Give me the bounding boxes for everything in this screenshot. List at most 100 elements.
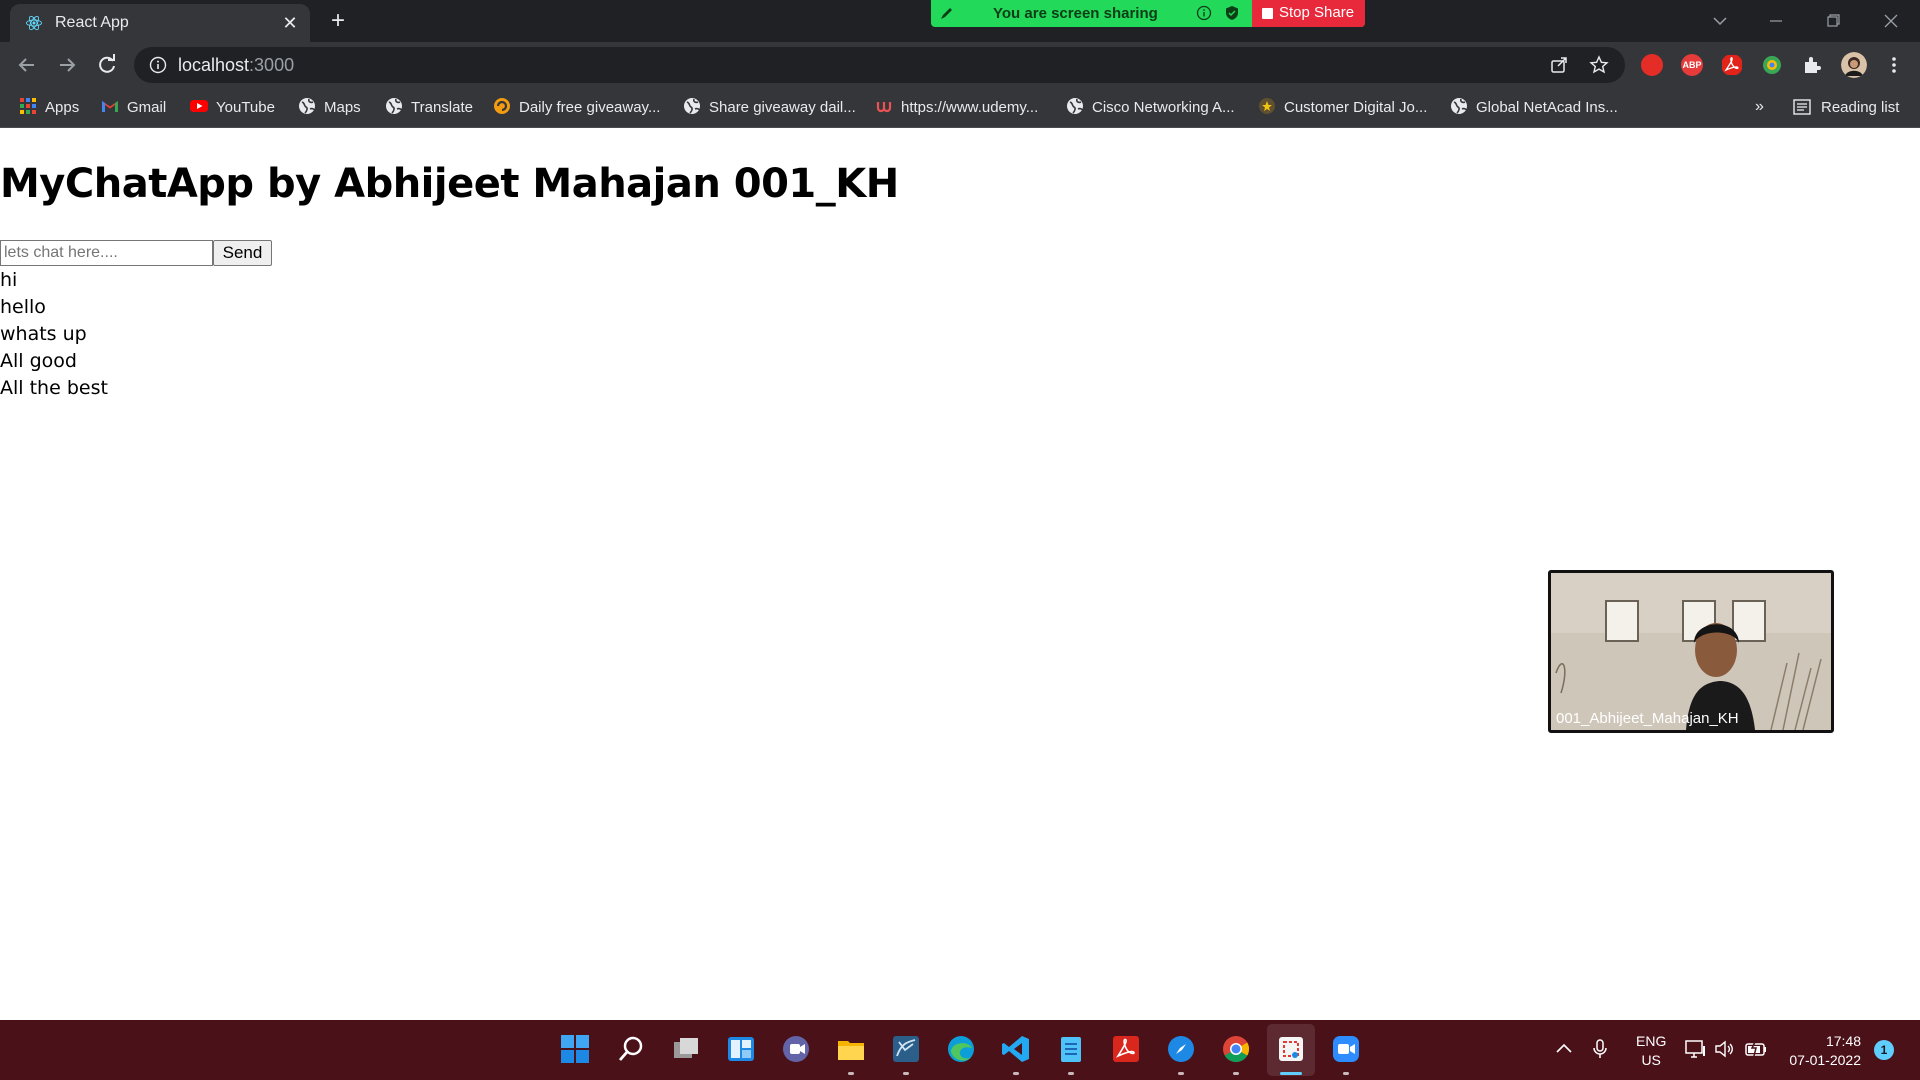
file-explorer-icon[interactable]: [836, 1034, 866, 1064]
stop-share-button[interactable]: Stop Share: [1252, 0, 1365, 27]
zoom-app-icon[interactable]: [1331, 1034, 1361, 1064]
bookmark-daily-free-giveaway[interactable]: Daily free giveaway...: [493, 96, 660, 120]
minimize-icon[interactable]: [1763, 8, 1789, 34]
edge-browser-icon[interactable]: [946, 1034, 976, 1064]
more-bookmarks-chevron[interactable]: »: [1755, 98, 1764, 116]
bookmark-star-icon[interactable]: [1589, 55, 1609, 75]
task-view-icon[interactable]: [671, 1034, 701, 1064]
webcam-feed-image: [1551, 573, 1831, 730]
tab-react-app[interactable]: React App ✕: [10, 4, 310, 42]
stop-square-icon: [1262, 8, 1273, 19]
bookmark-gmail[interactable]: Gmail: [101, 96, 166, 120]
bookmark-share-giveaway[interactable]: Share giveaway dail...: [683, 96, 856, 120]
microphone-icon[interactable]: [1589, 1038, 1611, 1060]
running-indicator: [1013, 1072, 1019, 1075]
globe-icon: [684, 98, 700, 114]
chat-message: hi: [0, 269, 18, 291]
bookmark-label: Customer Digital Jo...: [1284, 99, 1428, 116]
draggable-pen-icon[interactable]: [939, 5, 955, 21]
show-hidden-icons-chevron-icon[interactable]: [1553, 1038, 1575, 1060]
extensions-puzzle-icon[interactable]: [1801, 54, 1823, 76]
reload-icon[interactable]: [94, 52, 120, 78]
clock-time: 17:48: [1825, 1033, 1861, 1049]
active-app-indicator: [1280, 1072, 1302, 1075]
site-info-icon[interactable]: [149, 56, 167, 74]
chrome-menu-icon[interactable]: [1883, 54, 1905, 76]
acrobat-reader-icon[interactable]: [1111, 1034, 1141, 1064]
safari-compass-icon[interactable]: [1166, 1034, 1196, 1064]
bookmark-translate[interactable]: Translate: [385, 96, 473, 120]
bookmark-maps[interactable]: Maps: [298, 96, 361, 120]
globe-icon: [386, 98, 402, 114]
tab-search-chevron-icon[interactable]: [1707, 8, 1733, 34]
share-page-icon[interactable]: [1549, 55, 1569, 75]
bookmark-label: Share giveaway dail...: [709, 99, 856, 116]
chat-message: whats up: [0, 323, 87, 345]
forward-arrow-icon[interactable]: [54, 52, 80, 78]
customer-icon: [1259, 98, 1275, 114]
teams-chat-icon[interactable]: [781, 1034, 811, 1064]
gmail-icon: [102, 101, 118, 112]
message-list: hi hello whats up All good All the best: [0, 267, 108, 402]
close-tab-icon[interactable]: ✕: [280, 13, 300, 33]
restore-icon[interactable]: [1820, 8, 1846, 34]
bookmark-label: Daily free giveaway...: [519, 99, 661, 116]
bookmark-label: https://www.udemy...: [901, 99, 1039, 116]
mysql-workbench-icon[interactable]: [891, 1034, 921, 1064]
apps-grid-icon: [20, 98, 36, 114]
address-bar[interactable]: localhost:3000: [134, 47, 1625, 83]
shield-icon[interactable]: [1224, 5, 1240, 21]
acrobat-icon[interactable]: [1721, 54, 1743, 76]
participant-video-tile[interactable]: 001_Abhijeet_Mahajan_KH: [1548, 570, 1834, 733]
globe-icon: [1067, 98, 1083, 114]
bookmark-customer-digital[interactable]: Customer Digital Jo...: [1258, 96, 1427, 120]
info-icon[interactable]: [1196, 5, 1212, 21]
close-window-icon[interactable]: [1878, 8, 1904, 34]
bookmark-apps[interactable]: Apps: [19, 96, 79, 120]
input-language-indicator[interactable]: ENG US: [1636, 1032, 1666, 1070]
page-content: MyChatApp by Abhijeet Mahajan 001_KH Sen…: [0, 128, 1920, 1020]
translate-extension-icon[interactable]: [1761, 54, 1783, 76]
new-tab-button[interactable]: +: [325, 9, 351, 35]
running-indicator: [1233, 1072, 1239, 1075]
extension-red-icon[interactable]: [1641, 54, 1663, 76]
running-indicator: [1178, 1072, 1184, 1075]
reading-list-button[interactable]: Reading list: [1793, 96, 1899, 120]
participant-name: 001_Abhijeet_Mahajan_KH: [1556, 710, 1739, 727]
chat-message: hello: [0, 296, 46, 318]
youtube-icon: [190, 100, 208, 112]
vscode-icon[interactable]: [1001, 1034, 1031, 1064]
profile-avatar[interactable]: [1841, 52, 1867, 78]
notification-badge[interactable]: 1: [1874, 1040, 1894, 1060]
system-clock[interactable]: 17:48 07-01-2022: [1783, 1032, 1861, 1070]
browser-toolbar: localhost:3000 ABP: [0, 42, 1920, 88]
bookmark-youtube[interactable]: YouTube: [190, 96, 275, 120]
udemy-icon: [876, 102, 892, 113]
chat-input[interactable]: [0, 240, 213, 266]
giveaway-icon: [494, 98, 510, 114]
language-code: ENG: [1636, 1033, 1667, 1049]
reading-list-label: Reading list: [1821, 99, 1900, 116]
volume-icon[interactable]: [1713, 1038, 1735, 1060]
bookmark-label: Gmail: [127, 99, 167, 116]
windows-start-icon[interactable]: [560, 1034, 590, 1064]
bookmark-udemy[interactable]: https://www.udemy...: [875, 96, 1038, 120]
widgets-icon[interactable]: [726, 1034, 756, 1064]
send-button[interactable]: Send: [213, 240, 272, 266]
back-arrow-icon[interactable]: [14, 52, 40, 78]
globe-icon: [299, 98, 315, 114]
network-icon[interactable]: [1684, 1038, 1708, 1060]
bookmark-cisco-networking[interactable]: Cisco Networking A...: [1066, 96, 1235, 120]
chrome-icon[interactable]: [1221, 1034, 1251, 1064]
notepad-icon[interactable]: [1056, 1034, 1086, 1064]
search-icon[interactable]: [616, 1034, 646, 1064]
adblock-plus-icon[interactable]: ABP: [1681, 54, 1703, 76]
bookmark-label: Cisco Networking A...: [1092, 99, 1235, 116]
bookmark-global-netacad[interactable]: Global NetAcad Ins...: [1450, 96, 1618, 120]
bookmark-label: YouTube: [216, 99, 275, 116]
battery-charging-icon[interactable]: [1744, 1038, 1768, 1060]
running-indicator: [1068, 1072, 1074, 1075]
snipping-tool-icon[interactable]: [1276, 1034, 1306, 1064]
chat-message: All good: [0, 350, 77, 372]
react-logo-icon: [26, 15, 42, 31]
